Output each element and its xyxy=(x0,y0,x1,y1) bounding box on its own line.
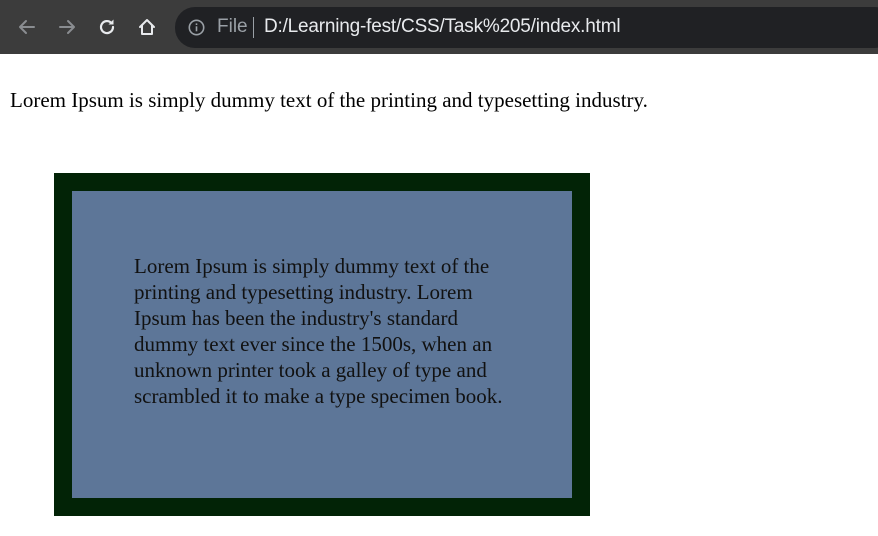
home-icon xyxy=(137,17,157,37)
browser-toolbar: File D:/Learning-fest/CSS/Task%205/index… xyxy=(0,0,878,54)
arrow-left-icon xyxy=(17,17,37,37)
url-scheme-label: File xyxy=(217,16,248,37)
forward-button[interactable] xyxy=(54,13,80,41)
address-bar[interactable]: File D:/Learning-fest/CSS/Task%205/index… xyxy=(175,7,878,48)
outer-box: Lorem Ipsum is simply dummy text of the … xyxy=(54,173,590,516)
box-paragraph: Lorem Ipsum is simply dummy text of the … xyxy=(134,254,503,408)
url-text[interactable]: D:/Learning-fest/CSS/Task%205/index.html xyxy=(264,16,621,38)
back-button[interactable] xyxy=(14,13,40,41)
reload-icon xyxy=(97,17,117,37)
info-circle-icon[interactable] xyxy=(188,19,205,36)
page-content: Lorem Ipsum is simply dummy text of the … xyxy=(0,54,878,536)
url-separator xyxy=(253,17,254,38)
home-button[interactable] xyxy=(134,13,160,41)
intro-paragraph: Lorem Ipsum is simply dummy text of the … xyxy=(10,88,648,112)
reload-button[interactable] xyxy=(94,13,120,41)
arrow-right-icon xyxy=(57,17,77,37)
inner-box: Lorem Ipsum is simply dummy text of the … xyxy=(72,191,572,498)
